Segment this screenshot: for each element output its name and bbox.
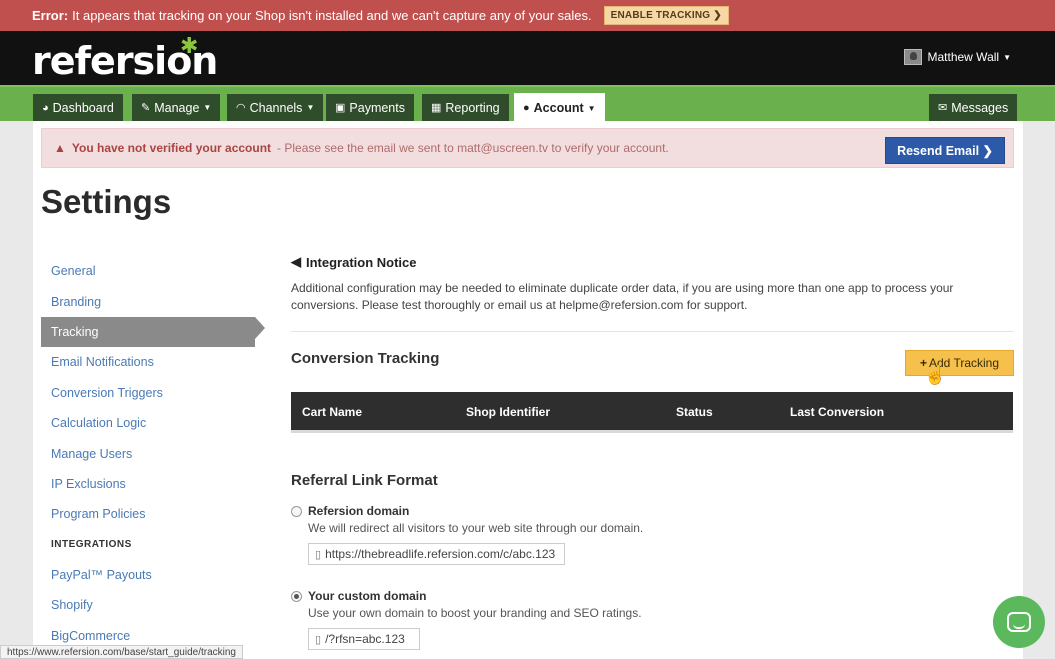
sidebar-item-ip-exclusions[interactable]: IP Exclusions	[41, 469, 266, 499]
sidebar-item-general[interactable]: General	[41, 256, 266, 286]
chat-icon	[1007, 612, 1031, 632]
avatar	[903, 49, 922, 65]
page-title: Settings	[41, 183, 172, 220]
sidebar-item-email-notifications[interactable]: Email Notifications	[41, 347, 266, 377]
header: refersion ✱ Matthew Wall ▼	[0, 31, 1055, 85]
error-bar: Error: It appears that tracking on your …	[0, 0, 1055, 31]
sidebar-heading-integrations: INTEGRATIONS	[51, 539, 132, 551]
tab-label: Reporting	[445, 100, 500, 115]
conversion-tracking-title: Conversion Tracking	[291, 350, 440, 367]
money-icon: ▣	[335, 102, 346, 114]
table-footer	[291, 430, 1013, 433]
tab-payments[interactable]: ▣ Payments	[326, 94, 414, 121]
tab-label: Account	[533, 101, 584, 115]
tab-label: Messages	[951, 100, 1009, 115]
tab-account[interactable]: ● Account ▼	[514, 93, 605, 123]
tab-label: Payments	[349, 100, 405, 115]
tracking-table-header: Cart Name Shop Identifier Status Last Co…	[291, 392, 1013, 430]
bullhorn-icon: ◀	[291, 254, 301, 269]
main-nav: ◕ Dashboard ✎ Manage ▼ ◠ Channels ▼ ▣ Pa…	[0, 85, 1055, 123]
sidebar-item-manage-users[interactable]: Manage Users	[41, 438, 266, 468]
tab-label: Dashboard	[52, 100, 114, 115]
refersion-url-field[interactable]: ▯ https://thebreadlife.refersion.com/c/a…	[308, 543, 565, 565]
user-icon: ●	[523, 102, 530, 114]
verify-warning: You have not verified your account	[71, 141, 272, 155]
rss-icon: ◠	[236, 102, 246, 114]
chevron-down-icon: ▼	[306, 103, 315, 112]
tab-label: Manage	[154, 100, 200, 115]
custom-url-field[interactable]: ▯ /?rfsn=abc.123	[308, 628, 420, 650]
referral-link-title: Referral Link Format	[291, 472, 438, 489]
comments-icon: ✉	[938, 102, 948, 114]
chevron-down-icon: ▼	[1003, 52, 1011, 62]
notice-body: Additional configuration may be needed t…	[291, 281, 954, 312]
tab-reporting[interactable]: ▦ Reporting	[422, 94, 509, 121]
sidebar-item-calculation-logic[interactable]: Calculation Logic	[41, 408, 266, 438]
error-label: Error:	[32, 8, 69, 23]
url-value: /?rfsn=abc.123	[325, 632, 405, 646]
sidebar-item-branding[interactable]: Branding	[41, 286, 266, 316]
tab-label: Channels	[249, 100, 303, 115]
sidebar-item-paypal-payouts[interactable]: PayPal™ Payouts	[41, 560, 266, 590]
divider	[291, 331, 1014, 332]
option-description: We will redirect all visitors to your we…	[308, 521, 644, 535]
edit-icon: ✎	[141, 102, 151, 114]
tracking-settings: ◀ Integration Notice Additional configur…	[291, 254, 1014, 650]
hand-cursor-icon: ☝	[924, 365, 947, 385]
tab-dashboard[interactable]: ◕ Dashboard	[33, 94, 123, 121]
browser-status-url: https://www.refersion.com/base/start_gui…	[0, 645, 243, 659]
add-tracking-button[interactable]: + Add Tracking	[905, 350, 1014, 376]
option-label: Your custom domain	[308, 589, 427, 603]
tab-channels[interactable]: ◠ Channels ▼	[227, 94, 324, 121]
option-description: Use your own domain to boost your brandi…	[308, 606, 642, 620]
option-label: Refersion domain	[308, 504, 410, 518]
verify-message: - Please see the email we sent to matt@u…	[277, 141, 669, 155]
column-header: Cart Name	[302, 405, 363, 419]
chevron-down-icon: ▼	[203, 103, 212, 112]
radio-custom-domain[interactable]	[291, 591, 302, 602]
tab-messages[interactable]: ✉ Messages	[929, 94, 1018, 121]
sidebar-item-shopify[interactable]: Shopify	[41, 590, 266, 620]
column-header: Shop Identifier	[466, 405, 550, 419]
logo-star-icon: ✱	[180, 33, 199, 58]
notice-heading: ◀ Integration Notice	[291, 254, 1014, 270]
user-menu[interactable]: Matthew Wall ▼	[903, 49, 1011, 65]
chevron-down-icon: ▼	[587, 103, 596, 113]
column-header: Status	[676, 405, 713, 419]
file-icon: ▯	[315, 548, 322, 561]
column-header: Last Conversion	[790, 405, 885, 419]
resend-email-button[interactable]: Resend Email ❯	[885, 137, 1005, 164]
chart-icon: ▦	[431, 102, 442, 114]
notice-title: Integration Notice	[306, 254, 417, 270]
sidebar-item-conversion-triggers[interactable]: Conversion Triggers	[41, 378, 266, 408]
sidebar-item-program-policies[interactable]: Program Policies	[41, 499, 266, 529]
file-icon: ▯	[315, 633, 322, 646]
verify-alert: ▲ You have not verified your account - P…	[41, 128, 1014, 168]
enable-tracking-button[interactable]: ENABLE TRACKING ❯	[603, 6, 729, 25]
dashboard-icon: ◕	[42, 101, 49, 114]
sidebar-item-tracking[interactable]: Tracking	[41, 316, 265, 348]
tab-manage[interactable]: ✎ Manage ▼	[132, 94, 221, 121]
error-message: It appears that tracking on your Shop is…	[72, 8, 592, 23]
chat-launcher-button[interactable]	[993, 596, 1045, 648]
radio-refersion-domain[interactable]	[291, 506, 302, 517]
url-value: https://thebreadlife.refersion.com/c/abc…	[325, 547, 556, 561]
settings-sidebar: General Branding Tracking Email Notifica…	[41, 256, 266, 651]
warning-icon: ▲	[54, 141, 66, 155]
user-name: Matthew Wall	[927, 50, 1000, 64]
